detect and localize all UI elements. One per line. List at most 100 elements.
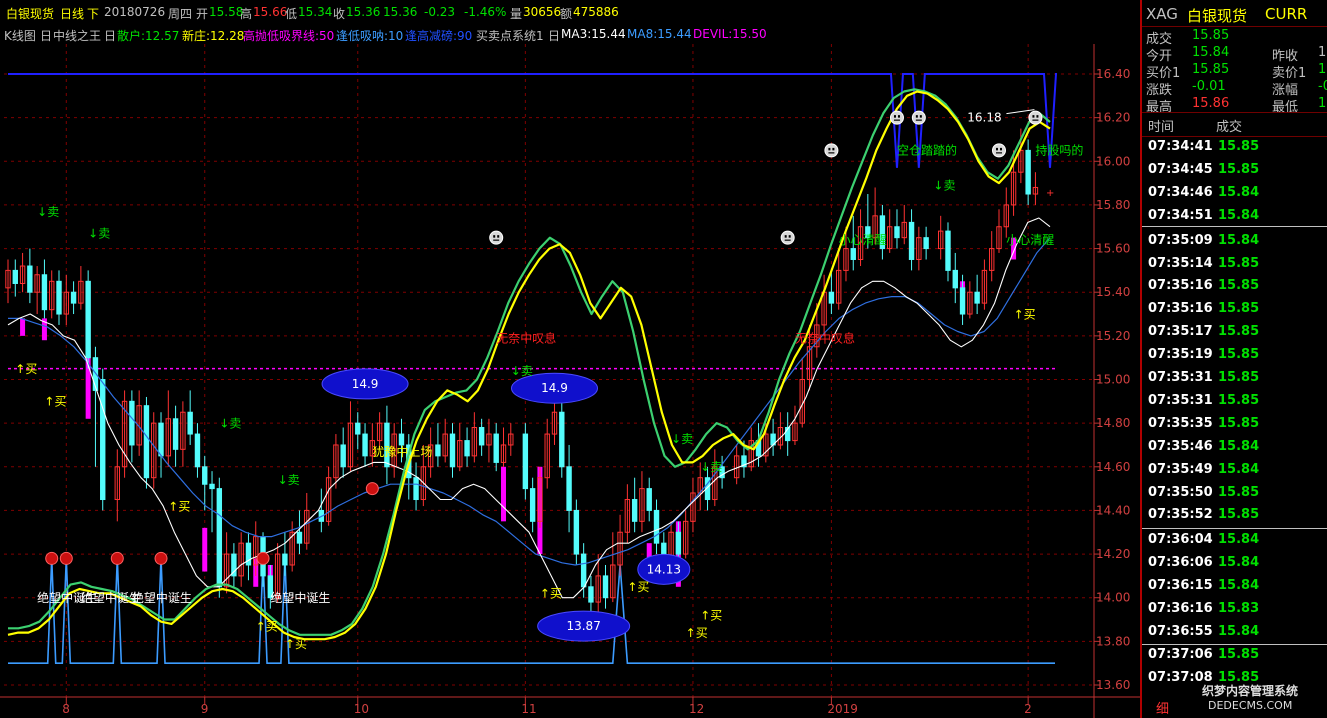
chart-type-label[interactable]: K线图 [4, 27, 36, 44]
change-value: -0.23 [424, 5, 456, 19]
smiley-eye [828, 147, 831, 151]
trade-row[interactable]: 07:36:55 15.84 [1142, 624, 1327, 646]
low-buy-value: 逢低吸呐:10 [336, 29, 404, 43]
candle-body [945, 230, 951, 271]
y-tick-label: 16.40 [1096, 67, 1130, 81]
ma-toggle[interactable]: 日 [548, 27, 560, 44]
y-tick-label: 14.80 [1096, 416, 1130, 430]
trade-time: 07:36:55 [1148, 623, 1213, 639]
change-pct-value: -1.46% [464, 5, 507, 19]
x-tick-label: 10 [354, 702, 369, 716]
buy-sell-system[interactable]: 买卖点系统1 [476, 27, 544, 44]
trade-row[interactable]: 07:37:06 15.85 [1142, 647, 1327, 669]
trade-price: 15.83 [1218, 601, 1260, 616]
trade-row[interactable]: 07:35:19 15.85 [1142, 347, 1327, 369]
smiley-icon [1028, 110, 1043, 125]
signal-ball [110, 551, 124, 565]
high-value: 15.66 [253, 5, 288, 19]
candle-body [56, 280, 62, 315]
candle-body [631, 499, 638, 522]
trade-price: 15.85 [1218, 392, 1260, 408]
trade-row[interactable]: 07:35:16 15.85 [1142, 278, 1327, 300]
trade-row[interactable]: 07:35:52 15.85 [1142, 507, 1327, 529]
candle-body [559, 411, 565, 468]
x-tick-label: 2 [1024, 702, 1032, 716]
trade-row[interactable]: 07:35:09 15.84 [1142, 233, 1327, 255]
trade-row[interactable]: 07:36:15 15.84 [1142, 578, 1327, 600]
signal-label: ↓卖 [511, 364, 533, 378]
candle-body [588, 586, 594, 603]
retail-toggle[interactable]: 日 [104, 27, 116, 44]
smiley-eye [995, 147, 998, 151]
signal-label: 小心清醒 [839, 233, 887, 247]
y-tick-label: 14.60 [1096, 460, 1130, 474]
trade-time: 07:36:04 [1148, 532, 1213, 548]
candle-body [41, 274, 48, 311]
weekday-label: 周四 [168, 7, 193, 21]
smiley-eye [493, 235, 496, 238]
trade-row[interactable]: 07:35:49 15.84 [1142, 462, 1327, 484]
symbol-code: XAG [1146, 5, 1178, 23]
trade-row[interactable]: 07:34:41 15.85 [1142, 139, 1327, 161]
signal-ball [59, 551, 73, 565]
trade-row[interactable]: 07:35:17 15.85 [1142, 324, 1327, 346]
retail-value: 散户:12.57 [117, 29, 180, 43]
candle-body [216, 488, 223, 588]
quote-value: -0 [1318, 79, 1327, 94]
trade-time: 07:35:31 [1148, 370, 1213, 385]
trade-row[interactable]: 07:35:50 15.85 [1142, 485, 1327, 507]
candle-body [129, 400, 135, 446]
system-name[interactable]: 中线之王 [53, 27, 101, 44]
signal-label: ↓卖 [37, 205, 59, 219]
trade-row[interactable]: 07:35:35 15.85 [1142, 416, 1327, 438]
signal-ball [45, 551, 59, 565]
signal-label: ↑买 [627, 580, 649, 594]
candle-body [850, 248, 856, 260]
smiley-eye [832, 147, 835, 151]
candle-body [529, 488, 536, 522]
trade-price: 15.85 [1218, 324, 1260, 340]
smiley-icon [991, 143, 1006, 158]
instrument-title: 白银现货 [6, 7, 55, 21]
trade-time: 07:35:50 [1148, 484, 1213, 500]
trade-row[interactable]: 07:36:16 15.83 [1142, 601, 1327, 623]
trade-row[interactable]: 07:35:31 15.85 [1142, 393, 1327, 415]
trade-row[interactable]: 07:35:31 15.85 [1142, 370, 1327, 392]
close-value: 15.36 [346, 5, 381, 19]
quote-header-bar: 白银现货 日线 下 20180726 周四 开 15.58 高 15.66 低 … [0, 0, 1140, 24]
nav-down-button[interactable]: 下 [87, 5, 99, 22]
quote-value: 15.85 [1192, 28, 1230, 43]
smiley-eye [999, 147, 1002, 151]
signal-label: ↑买 [540, 587, 562, 601]
trade-price: 15.84 [1218, 184, 1260, 200]
trade-row[interactable]: 07:34:45 15.85 [1142, 162, 1327, 184]
price-chart[interactable]: 14.9 14.9 13.87 14.13 16.18 ↓卖 ↓卖 ↑买 ↑买 ↓卖 ↑买 ↓卖 ↑买 ↑… [0, 44, 1140, 718]
smiley-icon [489, 230, 504, 245]
trade-row[interactable]: 07:35:16 15.85 [1142, 301, 1327, 323]
smiley-icon [911, 110, 926, 125]
period-label[interactable]: 日线 [60, 5, 84, 22]
amount-label: 额 [560, 7, 573, 21]
y-tick-label: 13.60 [1096, 678, 1130, 692]
candle-body [493, 433, 499, 463]
candle-body [194, 433, 201, 468]
trade-time: 07:35:19 [1148, 347, 1213, 363]
y-tick-label: 15.20 [1096, 329, 1130, 343]
signal-label: 持股吗的 [1035, 143, 1083, 158]
signal-label: 绝望中诞生 [270, 590, 330, 605]
signal-label: ↑买 [168, 499, 190, 513]
trade-row[interactable]: 07:34:46 15.84 [1142, 185, 1327, 207]
trade-time: 07:35:52 [1148, 507, 1213, 523]
open-value: 15.58 [209, 5, 244, 19]
low-label: 低 [285, 7, 298, 21]
value-label: 14.13 [647, 562, 681, 576]
system-toggle[interactable]: 日 [40, 27, 52, 44]
trade-row[interactable]: 07:35:14 15.85 [1142, 256, 1327, 278]
signal-label: 绝望中诞生 [132, 590, 192, 605]
detail-tab[interactable]: 细 [1156, 698, 1169, 717]
x-tick-label: 9 [201, 702, 209, 716]
trade-row[interactable]: 07:36:06 15.84 [1142, 555, 1327, 577]
trade-row[interactable]: 07:35:46 15.84 [1142, 439, 1327, 461]
y-tick-label: 15.60 [1096, 242, 1130, 256]
trade-row[interactable]: 07:36:04 15.84 [1142, 532, 1327, 554]
